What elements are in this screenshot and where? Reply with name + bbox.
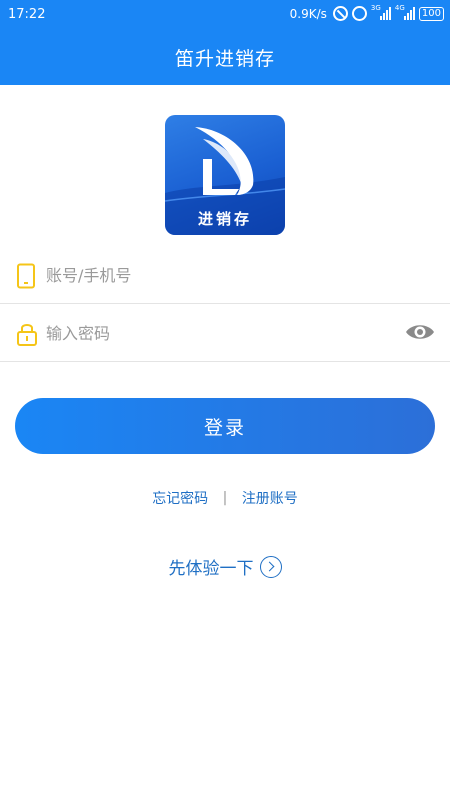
page-title: 笛升进销存: [174, 48, 275, 70]
status-bar: 17:22 0.9K/s 3G 4G 100: [0, 0, 450, 30]
password-field-row: [0, 304, 450, 362]
login-button[interactable]: 登录: [15, 398, 435, 454]
battery-icon: 100: [418, 6, 444, 21]
network-speed: 0.9K/s: [289, 6, 327, 21]
account-input[interactable]: [46, 262, 386, 288]
status-icons: 0.9K/s 3G 4G 100: [289, 4, 444, 21]
logo-caption: 进销存: [197, 210, 252, 228]
account-field-row: [0, 246, 450, 304]
trial-link[interactable]: 先体验一下: [0, 554, 450, 579]
lock-icon: [16, 321, 38, 351]
auth-links: 忘记密码 | 注册账号: [0, 488, 450, 508]
signal-4g-label: 4G: [394, 4, 405, 12]
battery-level: 100: [421, 8, 441, 19]
password-input[interactable]: [46, 320, 386, 346]
register-link[interactable]: 注册账号: [242, 488, 298, 508]
link-separator: |: [222, 490, 228, 506]
do-not-disturb-icon: [332, 6, 348, 21]
forgot-password-link[interactable]: 忘记密码: [152, 488, 208, 508]
trial-label[interactable]: 先体验一下: [169, 554, 254, 579]
signal-3g-label: 3G: [370, 4, 381, 12]
app-logo: 进销存: [165, 115, 285, 235]
signal-4g-icon: 4G: [394, 4, 415, 20]
status-time: 17:22: [8, 7, 46, 22]
app-header: 17:22 0.9K/s 3G 4G 100 笛升进销存: [0, 0, 450, 85]
eye-icon[interactable]: [404, 321, 436, 347]
chevron-right-circle-icon[interactable]: [259, 555, 282, 578]
phone-icon: [16, 263, 36, 293]
alarm-icon: [351, 6, 367, 21]
signal-3g-icon: 3G: [370, 4, 391, 20]
